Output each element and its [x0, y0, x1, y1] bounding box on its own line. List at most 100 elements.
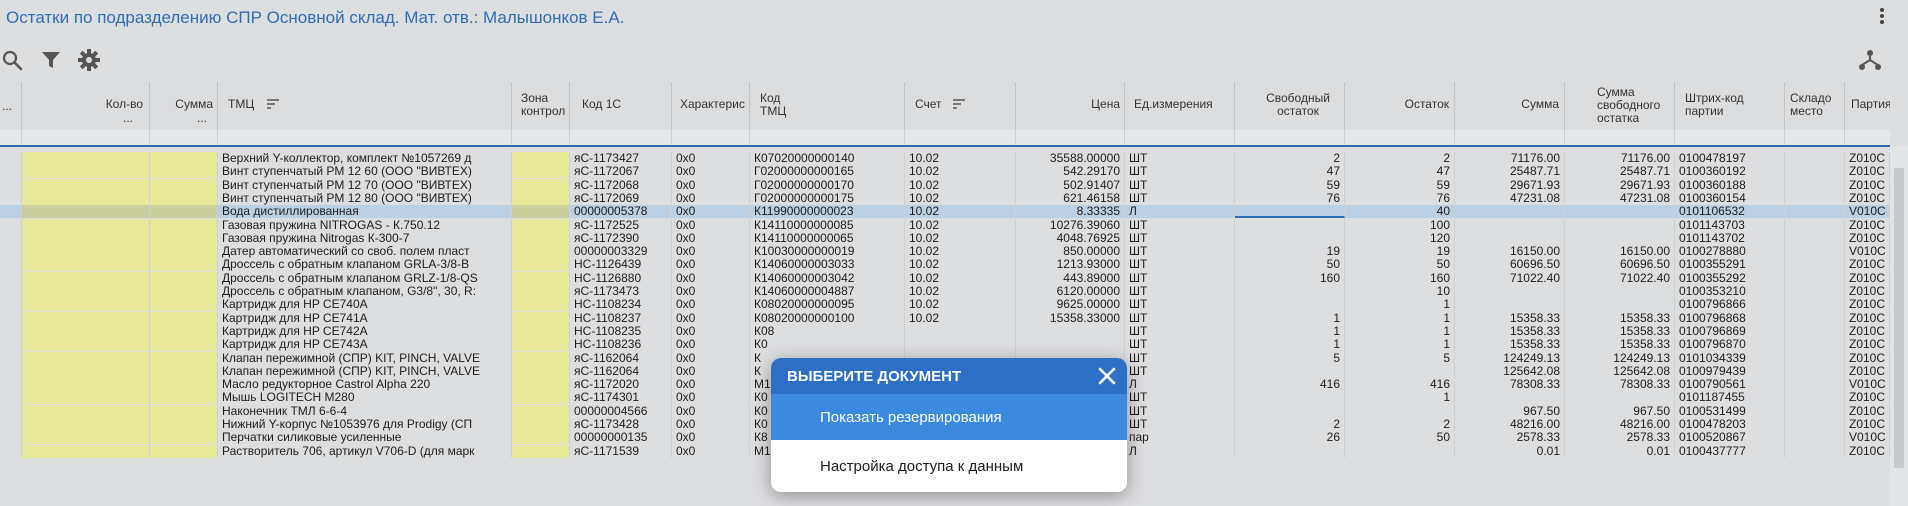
header-sum-left[interactable]: Сумма ...: [150, 82, 218, 130]
cell-empty[interactable]: [512, 271, 570, 285]
cell-rest[interactable]: [1345, 364, 1455, 378]
cell-sum[interactable]: 125642.08: [1455, 364, 1565, 378]
cell-unit[interactable]: ШТ: [1125, 191, 1235, 205]
cell-barcode[interactable]: 0100437777: [1675, 444, 1785, 458]
cell-empty[interactable]: [22, 431, 150, 445]
cell-tmc[interactable]: Вода дистиллированная: [218, 205, 512, 219]
cell-empty[interactable]: [22, 245, 150, 259]
cell-tmc[interactable]: Газовая пружина Nitrogas К-300-7: [218, 231, 512, 245]
cell-barcode[interactable]: 0100979439: [1675, 364, 1785, 378]
cell-code1c[interactable]: НС-1108236: [570, 338, 672, 352]
cell-unit[interactable]: пар: [1125, 431, 1235, 445]
cell-code1c[interactable]: яС-1172525: [570, 218, 672, 232]
cell-code1c[interactable]: НС-1126880: [570, 271, 672, 285]
cell-barcode[interactable]: 0100278880: [1675, 245, 1785, 259]
cell-rest[interactable]: 59: [1345, 178, 1455, 192]
cell-empty[interactable]: [150, 258, 218, 272]
cell-empty[interactable]: [150, 152, 218, 165]
cell-codetmc[interactable]: К11990000000023: [750, 205, 905, 219]
cell-empty[interactable]: [1785, 404, 1845, 418]
cell-freesum[interactable]: 48216.00: [1565, 418, 1675, 431]
cell-unit[interactable]: ШТ: [1125, 178, 1235, 192]
cell-party[interactable]: Z010С: [1845, 391, 1890, 405]
cell-char[interactable]: 0x0: [672, 245, 750, 259]
cell-barcode[interactable]: 0100478197: [1675, 152, 1785, 165]
cell-empty[interactable]: [150, 205, 218, 219]
cell-char[interactable]: 0x0: [672, 271, 750, 285]
cell-empty[interactable]: [22, 205, 150, 219]
cell-empty[interactable]: [22, 178, 150, 192]
cell-rest[interactable]: 76: [1345, 191, 1455, 205]
header-char[interactable]: Характерис: [672, 82, 750, 130]
cell-party[interactable]: Z010С: [1845, 165, 1890, 179]
cell-empty[interactable]: [0, 285, 22, 298]
cell-price[interactable]: 542.29170: [1016, 165, 1125, 179]
cell-freesum[interactable]: 15358.33: [1565, 338, 1675, 352]
cell-account[interactable]: 10.02: [905, 285, 1016, 298]
cell-unit[interactable]: ШТ: [1125, 404, 1235, 418]
cell-empty[interactable]: [1785, 364, 1845, 378]
cell-unit[interactable]: ШТ: [1125, 364, 1235, 378]
table-row[interactable]: Дроссель с обратным клапаном GRLZ-1/8-QS…: [0, 271, 1890, 285]
cell-empty[interactable]: [150, 165, 218, 179]
cell-empty[interactable]: [150, 245, 218, 259]
cell-barcode[interactable]: 0101106532: [1675, 205, 1785, 219]
cell-empty[interactable]: [1785, 165, 1845, 179]
cell-empty[interactable]: [512, 418, 570, 431]
cell-codetmc[interactable]: К08: [750, 324, 905, 338]
cell-freesum[interactable]: 124249.13: [1565, 351, 1675, 365]
cell-char[interactable]: 0x0: [672, 178, 750, 192]
table-row[interactable]: Верхний Y-коллектор, комплект №1057269 д…: [0, 152, 1890, 165]
cell-tmc[interactable]: Дроссель с обратным клапаном GRLA-3/8-B: [218, 258, 512, 272]
cell-empty[interactable]: [0, 444, 22, 458]
cell-sum[interactable]: 2578.33: [1455, 431, 1565, 445]
cell-empty[interactable]: [0, 271, 22, 285]
cell-barcode[interactable]: 0100360154: [1675, 191, 1785, 205]
cell-party[interactable]: Z010С: [1845, 285, 1890, 298]
cell-tmc[interactable]: Дроссель с обратным клапаном, G3/8", 30,…: [218, 285, 512, 298]
cell-price[interactable]: 8.33335: [1016, 205, 1125, 219]
cell-price[interactable]: 15358.33000: [1016, 311, 1125, 325]
cell-unit[interactable]: ШТ: [1125, 351, 1235, 365]
cell-char[interactable]: 0x0: [672, 351, 750, 365]
cell-price[interactable]: 502.91407: [1016, 178, 1125, 192]
cell-empty[interactable]: [1785, 205, 1845, 219]
cell-unit[interactable]: ШТ: [1125, 258, 1235, 272]
cell-empty[interactable]: [1785, 258, 1845, 272]
cell-sum[interactable]: [1455, 285, 1565, 298]
cell-empty[interactable]: [0, 404, 22, 418]
cell-free[interactable]: [1235, 231, 1345, 245]
cell-empty[interactable]: [1785, 431, 1845, 445]
cell-unit[interactable]: ШТ: [1125, 298, 1235, 312]
cell-unit[interactable]: Л: [1125, 205, 1235, 219]
table-row[interactable]: Винт ступенчатый PM 12 70 (ООО "ВИВТЕХ) я…: [0, 178, 1890, 192]
cell-sum[interactable]: [1455, 218, 1565, 232]
cell-empty[interactable]: [1785, 191, 1845, 205]
cell-empty[interactable]: [1785, 285, 1845, 298]
cell-empty[interactable]: [150, 218, 218, 232]
cell-unit[interactable]: Л: [1125, 444, 1235, 458]
cell-char[interactable]: 0x0: [672, 218, 750, 232]
cell-freesum[interactable]: 125642.08: [1565, 364, 1675, 378]
cell-price[interactable]: 443.89000: [1016, 271, 1125, 285]
cell-party[interactable]: Z010С: [1845, 404, 1890, 418]
cell-barcode[interactable]: 0100520867: [1675, 431, 1785, 445]
cell-empty[interactable]: [1785, 444, 1845, 458]
header-code-tmc[interactable]: Код ТМЦ: [750, 82, 905, 130]
cell-free[interactable]: [1235, 298, 1345, 312]
cell-empty[interactable]: [22, 271, 150, 285]
cell-rest[interactable]: 50: [1345, 258, 1455, 272]
filter-cell[interactable]: [1845, 130, 1890, 146]
cell-code1c[interactable]: яС-1171539: [570, 444, 672, 458]
cell-freesum[interactable]: 15358.33: [1565, 311, 1675, 325]
cell-char[interactable]: 0x0: [672, 311, 750, 325]
cell-empty[interactable]: [150, 378, 218, 392]
cell-free[interactable]: [1235, 205, 1345, 219]
cell-empty[interactable]: [1785, 178, 1845, 192]
cell-codetmc[interactable]: К10030000000019: [750, 245, 905, 259]
table-row[interactable]: Винт ступенчатый PM 12 60 (ООО "ВИВТЕХ) я…: [0, 165, 1890, 179]
cell-party[interactable]: Z010С: [1845, 271, 1890, 285]
table-row[interactable]: Газовая пружина Nitrogas К-300-7 яС-11723…: [0, 231, 1890, 245]
cell-char[interactable]: 0x0: [672, 258, 750, 272]
filter-cell[interactable]: [750, 130, 905, 146]
